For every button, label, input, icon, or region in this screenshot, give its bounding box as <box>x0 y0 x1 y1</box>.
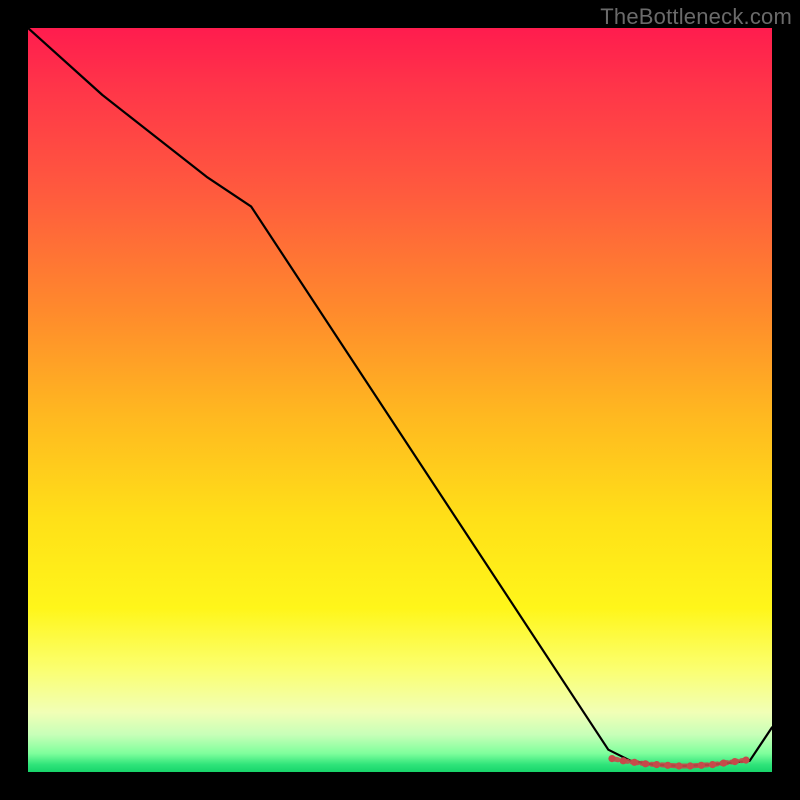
marker-dot <box>664 762 671 769</box>
marker-dot <box>687 762 694 769</box>
marker-dot <box>620 757 627 764</box>
marker-dot <box>720 760 727 767</box>
marker-dot <box>709 761 716 768</box>
marker-dot <box>631 759 638 766</box>
flat-segment-markers <box>608 755 749 770</box>
curve-line <box>28 28 772 766</box>
chart-frame: TheBottleneck.com <box>0 0 800 800</box>
marker-dot <box>608 755 615 762</box>
marker-dot <box>698 762 705 769</box>
marker-dot <box>653 761 660 768</box>
marker-dot <box>642 760 649 767</box>
marker-dot <box>675 762 682 769</box>
plot-area <box>28 28 772 772</box>
marker-dot <box>742 757 749 764</box>
marker-dot <box>731 758 738 765</box>
watermark-text: TheBottleneck.com <box>600 4 792 30</box>
chart-overlay <box>28 28 772 772</box>
